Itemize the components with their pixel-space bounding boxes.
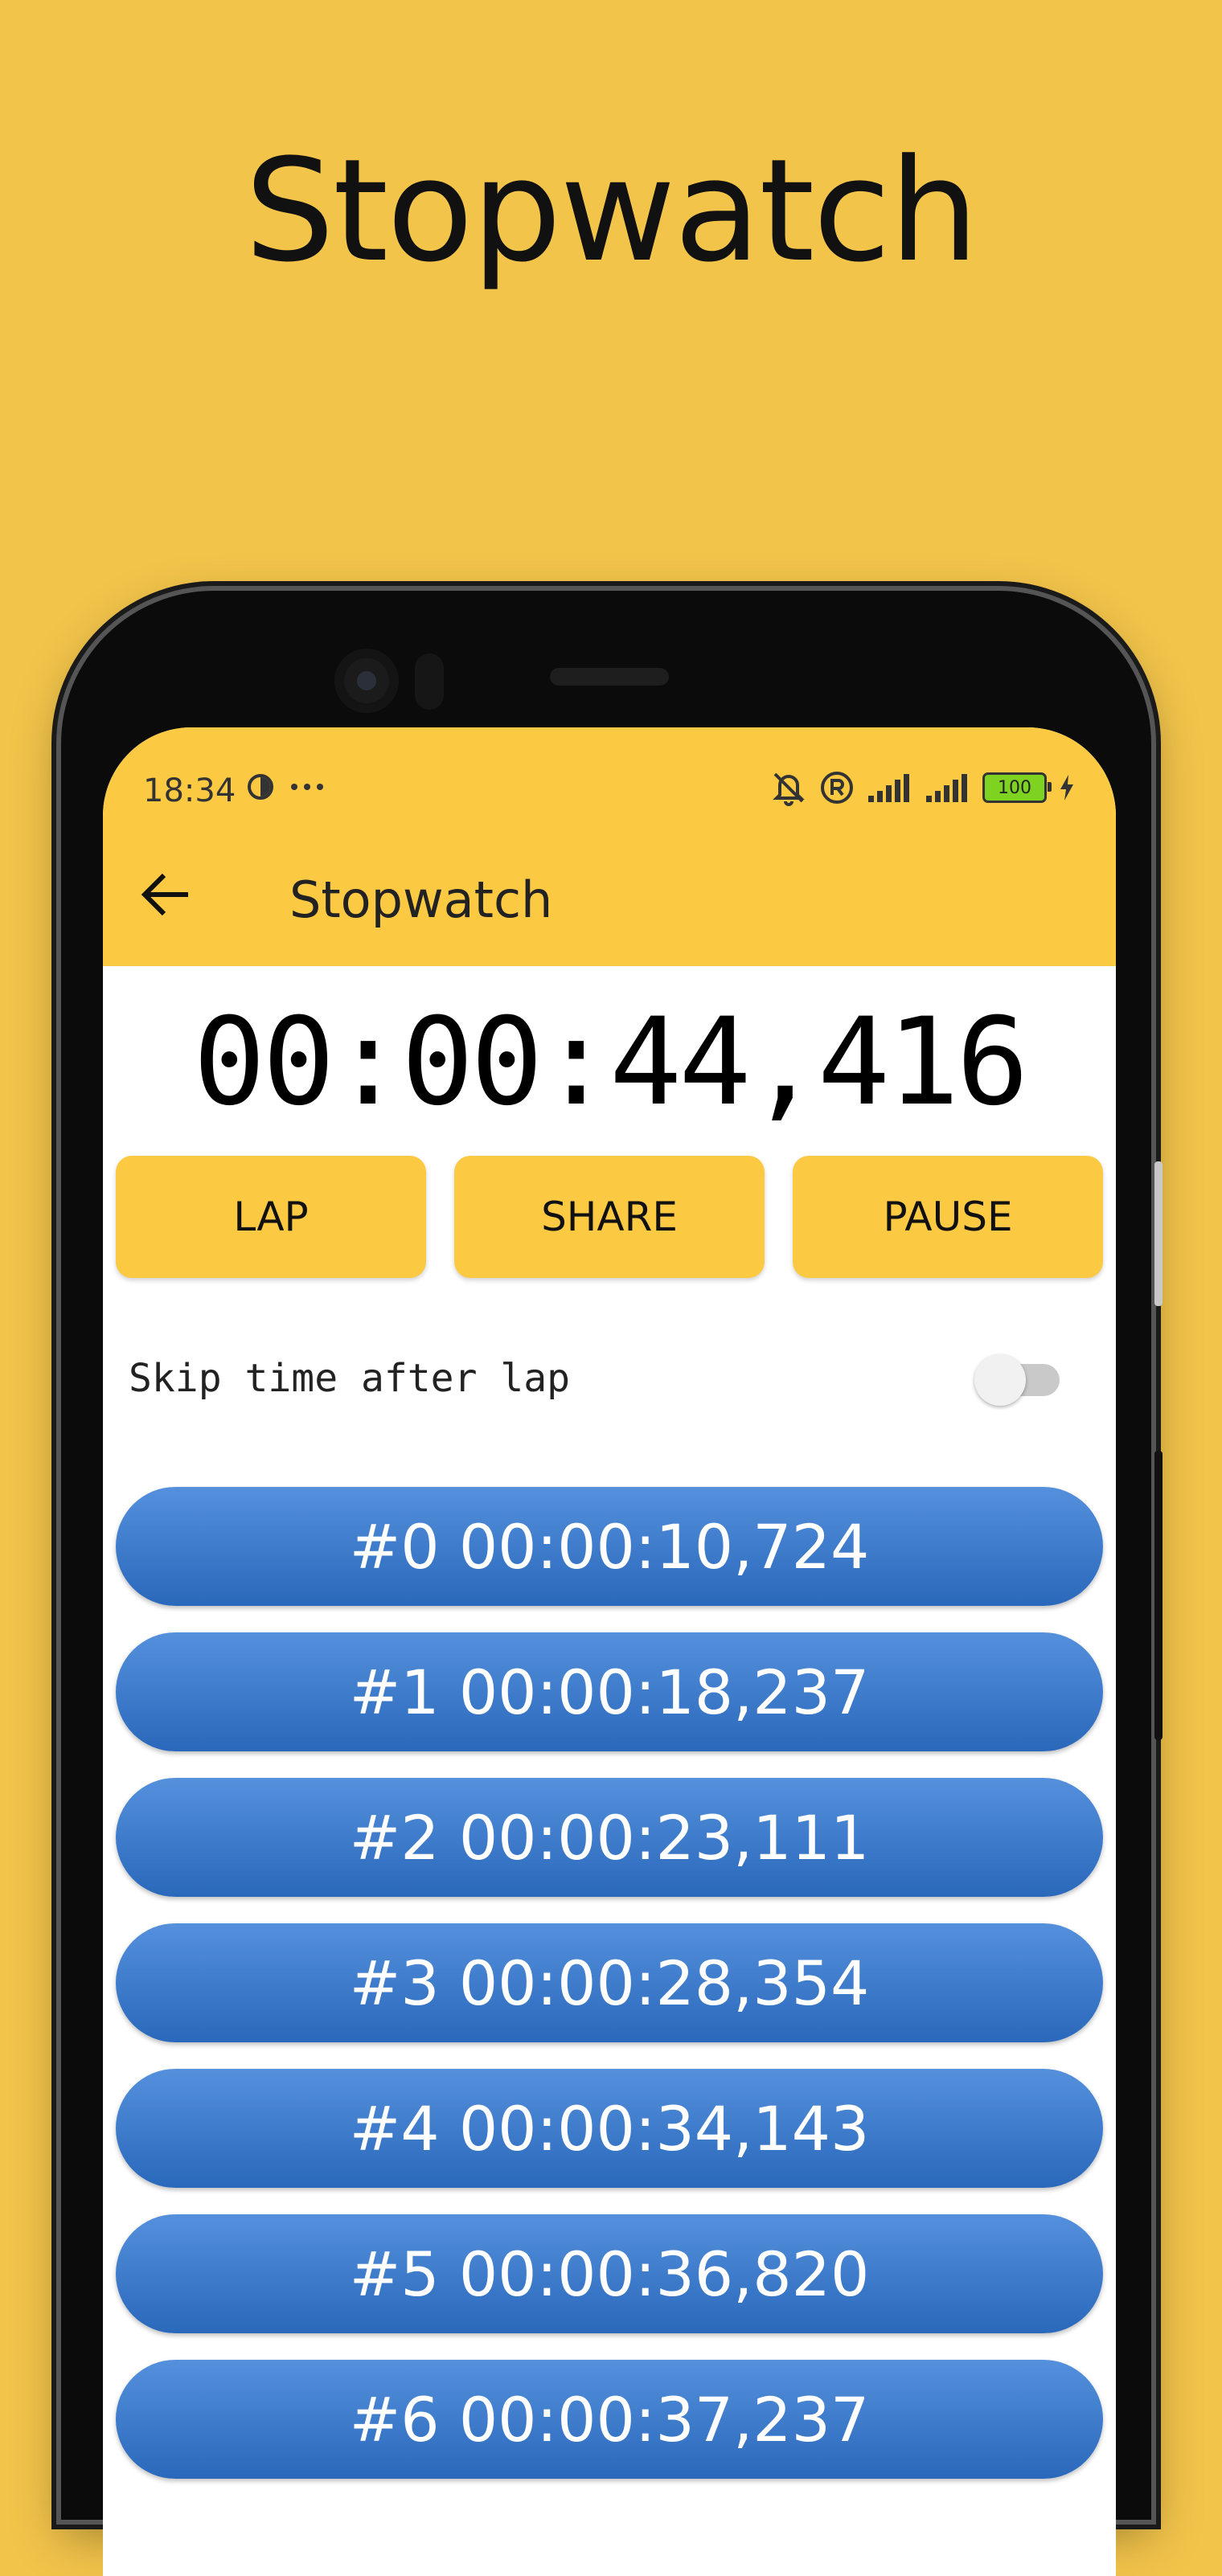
lap-item[interactable]: #1 00:00:18,237 <box>116 1632 1103 1751</box>
night-mode-icon <box>248 774 273 800</box>
signal-icon <box>868 774 909 802</box>
camera-icon <box>334 649 399 713</box>
status-time: 18:34 <box>143 772 236 809</box>
app-bar: 18:34 100 Stopwatch <box>103 727 1116 966</box>
lap-item[interactable]: #5 00:00:36,820 <box>116 2214 1103 2333</box>
registered-icon <box>821 772 853 804</box>
app-bar-title: Stopwatch <box>289 870 553 929</box>
speaker-grille <box>550 668 669 686</box>
phone-volume-button <box>1154 1451 1163 1740</box>
lap-button[interactable]: LAP <box>116 1156 426 1278</box>
sensor <box>415 653 444 710</box>
screen: 18:34 100 Stopwatch 00:00:44,416 LAP SHA… <box>103 727 1116 2576</box>
lap-item[interactable]: #2 00:00:23,111 <box>116 1778 1103 1897</box>
lap-list: #0 00:00:10,724 #1 00:00:18,237 #2 00:00… <box>116 1487 1103 2505</box>
skip-time-label: Skip time after lap <box>129 1356 571 1401</box>
lap-item[interactable]: #6 00:00:37,237 <box>116 2360 1103 2479</box>
more-dots-icon <box>291 784 323 790</box>
bell-off-icon <box>773 772 805 806</box>
signal-icon-2 <box>926 774 967 802</box>
status-right-icons: 100 <box>770 769 1076 806</box>
battery-icon: 100 <box>982 772 1052 803</box>
toggle-thumb[interactable] <box>974 1354 1026 1406</box>
timer-display: 00:00:44,416 <box>193 993 1029 1132</box>
pause-button[interactable]: PAUSE <box>793 1156 1103 1278</box>
charging-icon <box>1060 775 1073 801</box>
share-button[interactable]: SHARE <box>454 1156 765 1278</box>
phone-side-button <box>1154 1161 1163 1306</box>
phone-frame: 18:34 100 Stopwatch 00:00:44,416 LAP SHA… <box>61 591 1163 2576</box>
lap-item[interactable]: #4 00:00:34,143 <box>116 2069 1103 2188</box>
status-left-icons <box>246 772 325 801</box>
lap-item[interactable]: #0 00:00:10,724 <box>116 1487 1103 1606</box>
battery-level: 100 <box>998 777 1031 798</box>
promo-title: Stopwatch <box>244 129 978 293</box>
back-arrow-icon[interactable] <box>135 864 196 925</box>
lap-item[interactable]: #3 00:00:28,354 <box>116 1923 1103 2042</box>
